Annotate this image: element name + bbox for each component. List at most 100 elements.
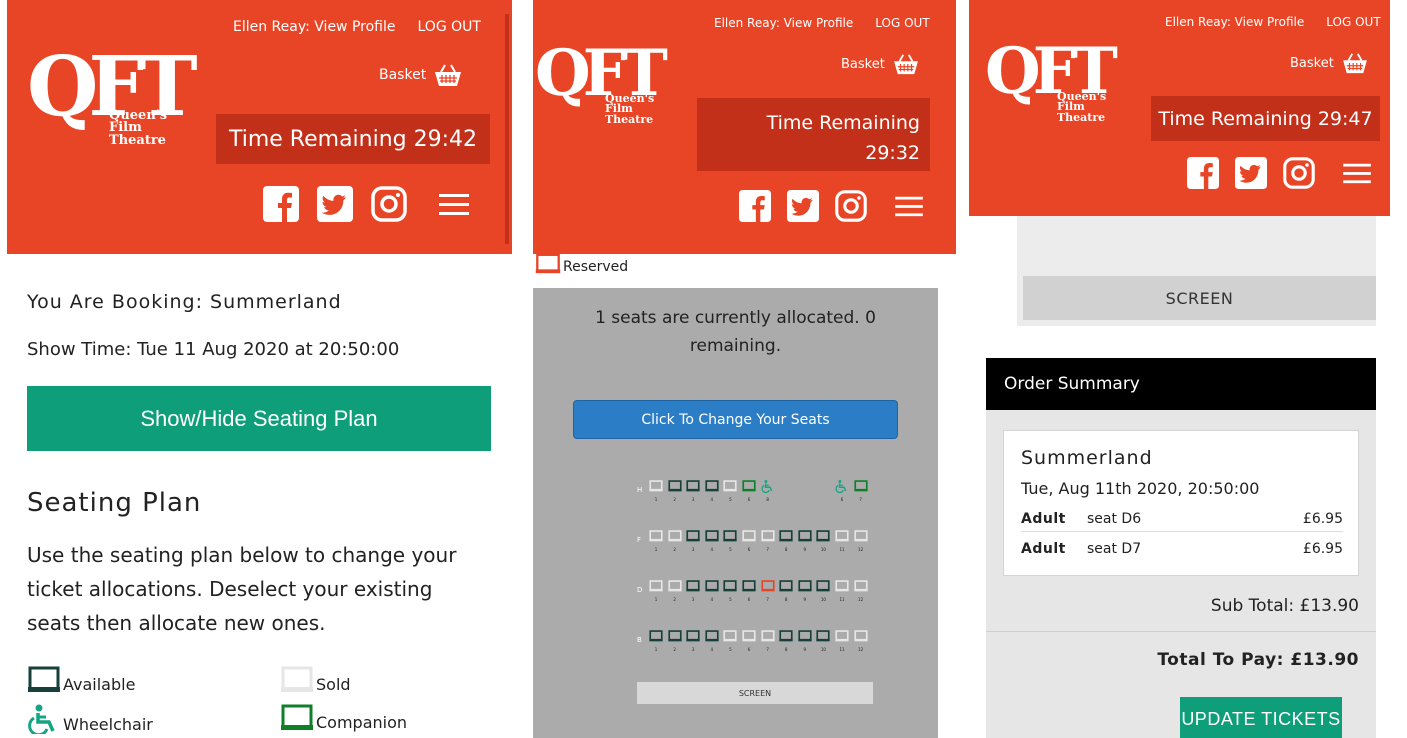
seat-b-10[interactable]: 10: [816, 628, 830, 652]
seat-icon: [723, 480, 737, 492]
scrollbar[interactable]: [505, 14, 509, 244]
legend-wheelchair: Wheelchair: [27, 704, 153, 734]
view-profile-link[interactable]: Ellen Reay: View Profile: [1165, 15, 1304, 29]
seat-icon: [798, 630, 812, 642]
twitter-icon[interactable]: [787, 190, 819, 222]
qft-logo[interactable]: QFT Queen's Film Theatre: [535, 42, 668, 132]
seat-d-10[interactable]: 10: [816, 578, 830, 602]
seat-icon: [668, 580, 682, 592]
basket-link[interactable]: Basket: [1290, 52, 1368, 74]
seat-number: 12: [858, 647, 864, 652]
site-header: Ellen Reay: View Profile LOG OUT QFT Quee…: [533, 0, 956, 254]
user-bar: Ellen Reay: View Profile LOG OUT: [233, 19, 481, 35]
seat-f-8[interactable]: 8: [779, 528, 793, 552]
seat-f-10[interactable]: 10: [816, 528, 830, 552]
seat-b-1[interactable]: 1: [649, 628, 663, 652]
seat-h-6[interactable]: 6: [835, 478, 849, 502]
menu-icon[interactable]: [439, 191, 469, 217]
seat-h-5: 5: [723, 478, 737, 502]
seat-icon: [649, 580, 663, 592]
row-label: D: [637, 586, 643, 594]
ticket-type: Adult: [1021, 511, 1066, 527]
logo-text: Queen's Film Theatre: [109, 108, 168, 148]
seat-b-8[interactable]: 8: [779, 628, 793, 652]
change-seats-button[interactable]: Click To Change Your Seats: [573, 400, 898, 439]
seat-h-6[interactable]: 6: [742, 478, 756, 502]
ticket-line: Adult seat D7 £6.95: [1021, 536, 1343, 561]
twitter-icon[interactable]: [317, 186, 353, 222]
menu-icon[interactable]: [895, 194, 923, 218]
seat-number: 3: [691, 497, 695, 502]
basket-link[interactable]: Basket: [379, 63, 462, 87]
seat-b-2[interactable]: 2: [668, 628, 682, 652]
view-profile-link[interactable]: Ellen Reay: View Profile: [714, 16, 853, 30]
ticket-line: Adult seat D6 £6.95: [1021, 507, 1343, 532]
instagram-icon[interactable]: [835, 190, 867, 222]
basket-icon: [1342, 53, 1367, 74]
seat-icon: [854, 530, 868, 542]
wheelchair-icon: [761, 480, 772, 494]
seat-number: 1: [654, 547, 658, 552]
seat-icon: [779, 530, 793, 542]
seat-icon: [854, 480, 868, 492]
sold-seat-icon: [281, 666, 313, 692]
seat-f-3[interactable]: 3: [686, 528, 700, 552]
update-tickets-button[interactable]: UPDATE TICKETS: [1180, 697, 1342, 738]
seat-number: 9: [803, 547, 807, 552]
seat-h-2[interactable]: 2: [668, 478, 682, 502]
menu-icon[interactable]: [1343, 161, 1371, 185]
seat-f-4[interactable]: 4: [705, 528, 719, 552]
seat-b-4[interactable]: 4: [705, 628, 719, 652]
seat-b-3[interactable]: 3: [686, 628, 700, 652]
seat-d-3[interactable]: 3: [686, 578, 700, 602]
order-summary: Summerland Tue, Aug 11th 2020, 20:50:00 …: [986, 410, 1376, 738]
seat-h-3[interactable]: 3: [686, 478, 700, 502]
seat-icon: [742, 480, 756, 492]
basket-label: Basket: [1290, 55, 1334, 71]
instagram-icon[interactable]: [371, 186, 407, 222]
seat-number: 3: [691, 647, 695, 652]
seat-f-5[interactable]: 5: [723, 528, 737, 552]
booking-panel-middle: Ellen Reay: View Profile LOG OUT QFT Quee…: [533, 0, 956, 738]
seat-d-6[interactable]: 6: [742, 578, 756, 602]
seat-icon: [835, 580, 849, 592]
seat-h-8[interactable]: 8: [761, 478, 775, 502]
instagram-icon[interactable]: [1283, 157, 1315, 189]
view-profile-link[interactable]: Ellen Reay: View Profile: [233, 19, 396, 35]
seat-h-7[interactable]: 7: [854, 478, 868, 502]
seat-number: 10: [820, 647, 826, 652]
ticket-type: Adult: [1021, 540, 1066, 557]
seat-icon: [705, 630, 719, 642]
facebook-icon[interactable]: [263, 186, 299, 222]
seat-d-5[interactable]: 5: [723, 578, 737, 602]
basket-link[interactable]: Basket: [841, 53, 919, 75]
seat-icon: [705, 480, 719, 492]
seat-d-4[interactable]: 4: [705, 578, 719, 602]
toggle-seating-plan-button[interactable]: Show/Hide Seating Plan: [27, 386, 491, 451]
seat-icon: [854, 580, 868, 592]
seat-b-9[interactable]: 9: [798, 628, 812, 652]
time-remaining: Time Remaining 29:42: [216, 114, 490, 164]
facebook-icon[interactable]: [739, 190, 771, 222]
seat-d-9[interactable]: 9: [798, 578, 812, 602]
qft-logo[interactable]: QFT Queen's Film Theatre: [27, 46, 198, 156]
seat-number: 8: [766, 497, 769, 502]
allocation-status: 1 seats are currently allocated. 0 remai…: [595, 308, 876, 356]
logout-link[interactable]: LOG OUT: [1326, 15, 1380, 29]
seat-number: 7: [766, 597, 769, 602]
seat-number: 5: [729, 597, 732, 602]
booking-panel-right: Ellen Reay: View Profile LOG OUT QFT Quee…: [969, 0, 1390, 738]
logout-link[interactable]: LOG OUT: [875, 16, 929, 30]
seat-icon: [705, 580, 719, 592]
seat-d-7[interactable]: 7: [761, 578, 775, 602]
seat-d-8[interactable]: 8: [779, 578, 793, 602]
seat-number: 6: [840, 497, 844, 502]
seat-number: 6: [747, 597, 751, 602]
twitter-icon[interactable]: [1235, 157, 1267, 189]
facebook-icon[interactable]: [1187, 157, 1219, 189]
qft-logo[interactable]: QFT Queen's Film Theatre: [985, 40, 1118, 130]
seat-f-9[interactable]: 9: [798, 528, 812, 552]
logout-link[interactable]: LOG OUT: [418, 19, 481, 35]
seat-h-4[interactable]: 4: [705, 478, 719, 502]
seat-icon: [835, 630, 849, 642]
